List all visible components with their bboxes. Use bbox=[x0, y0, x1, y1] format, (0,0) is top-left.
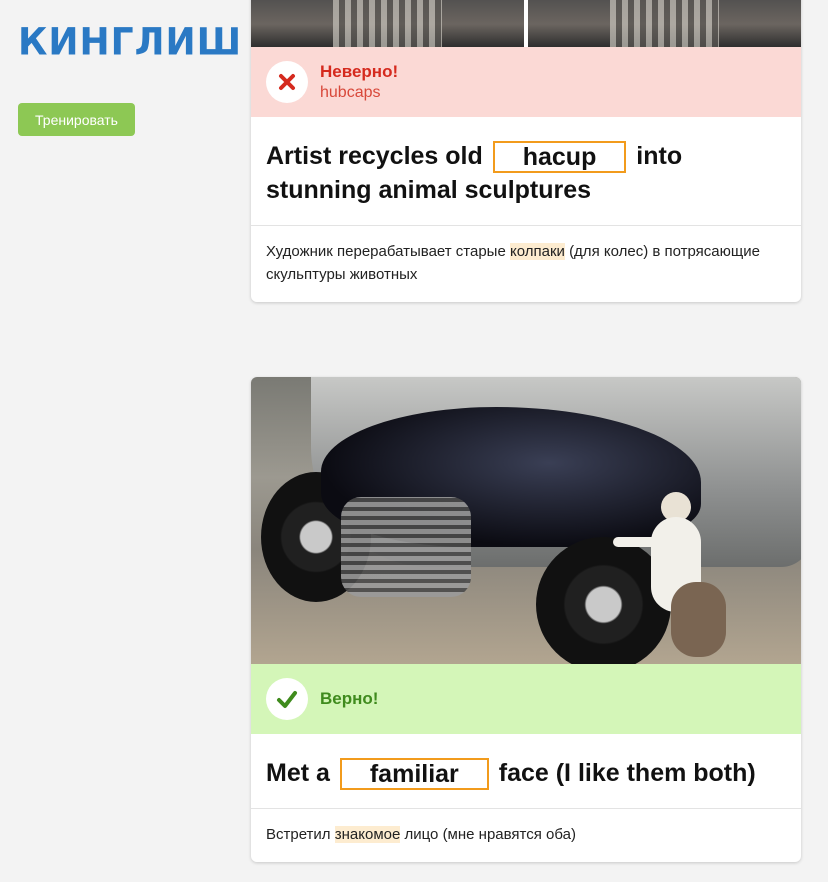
exercise-card: Верно! Met a familiar face (I like them … bbox=[251, 377, 801, 862]
sentence-text: Met a bbox=[266, 759, 330, 787]
train-button[interactable]: Тренировать bbox=[18, 103, 135, 136]
sentence: Artist recycles old hacup into stunning … bbox=[251, 117, 801, 227]
translation-text: лицо (мне нравятся оба) bbox=[404, 826, 576, 844]
translation-text: Встретил bbox=[266, 826, 331, 844]
photo-right bbox=[528, 0, 801, 47]
answer-blank[interactable]: hacup bbox=[492, 141, 627, 174]
sentence-text: into bbox=[636, 142, 683, 170]
translation-text: Художник перерабатывает старые bbox=[266, 243, 506, 261]
card-photo bbox=[251, 0, 801, 47]
translation: Встретил знакомое лицо (мне нравятся оба… bbox=[251, 809, 801, 860]
answer-blank[interactable]: familiar bbox=[339, 758, 489, 791]
exercise-card: Неверно! hubcaps Artist recycles old hac… bbox=[251, 0, 801, 302]
cross-icon bbox=[266, 61, 308, 103]
result-title: Неверно! bbox=[320, 62, 399, 82]
result-banner-wrong: Неверно! hubcaps bbox=[251, 47, 801, 117]
sentence: Met a familiar face (I like them both) bbox=[251, 734, 801, 810]
result-banner-correct: Верно! bbox=[251, 664, 801, 734]
photo-engine bbox=[341, 497, 471, 597]
card-photo bbox=[251, 377, 801, 664]
correct-answer: hubcaps bbox=[320, 83, 381, 101]
result-title: Верно! bbox=[320, 689, 379, 709]
translation-highlight: колпаки bbox=[509, 243, 565, 261]
photo-left bbox=[251, 0, 524, 47]
sentence-text: Artist recycles old bbox=[266, 142, 483, 170]
app-logo[interactable]: КИНГЛИШ bbox=[18, 21, 242, 64]
sentence-text: face (I like them both) bbox=[498, 759, 756, 787]
translation: Художник перерабатывает старые колпаки (… bbox=[251, 226, 801, 300]
sentence-text: stunning animal sculptures bbox=[266, 176, 592, 205]
photo-cat bbox=[613, 472, 731, 662]
translation-highlight: знакомое bbox=[334, 826, 401, 844]
check-icon bbox=[266, 678, 308, 720]
